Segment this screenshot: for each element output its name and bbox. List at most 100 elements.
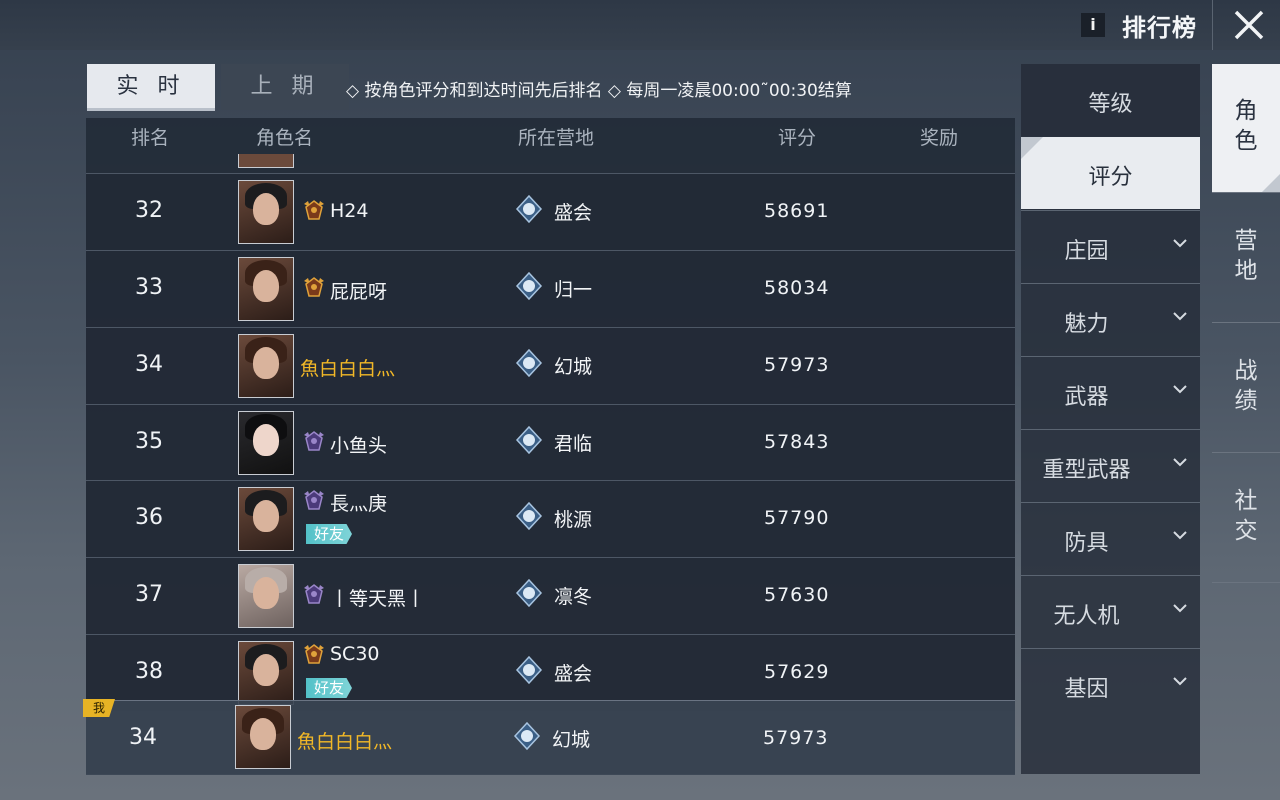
score-value: 57843	[764, 431, 830, 453]
camp-emblem-icon	[515, 194, 543, 224]
player-name[interactable]: 長灬庚	[330, 489, 387, 516]
column-rank: 排名	[131, 127, 170, 149]
scrolled-avatar-partial	[238, 154, 294, 168]
rank-number: 32	[135, 198, 163, 223]
camp-name: 君临	[554, 433, 593, 455]
category-item[interactable]: 评分	[1021, 137, 1200, 209]
camp-name: 凛冬	[554, 586, 593, 608]
avatar[interactable]	[238, 334, 294, 398]
tab-previous[interactable]: 上 期	[221, 64, 349, 110]
camp-emblem-icon	[515, 425, 543, 455]
side-tabs: 角色营地战绩社交	[1212, 64, 1280, 584]
category-label: 庄园	[1064, 239, 1109, 264]
avatar[interactable]	[238, 564, 294, 628]
category-item[interactable]: 庄园	[1021, 210, 1200, 283]
side-tab-label: 色	[1234, 128, 1258, 154]
chevron-down-icon	[1173, 312, 1187, 321]
avatar[interactable]	[238, 257, 294, 321]
side-tab[interactable]: 角色	[1212, 64, 1280, 193]
player-name[interactable]: 魚白白白灬	[300, 354, 395, 381]
table-row[interactable]: 36 長灬庚 好友 桃源 57790	[86, 480, 1015, 557]
avatar[interactable]	[238, 487, 294, 551]
rank-number: 37	[135, 582, 163, 607]
gold-rank-badge-icon	[304, 200, 324, 220]
table-row[interactable]: 37 丨等天黑丨 凛冬 57630	[86, 557, 1015, 634]
category-label: 重型武器	[1042, 458, 1131, 483]
category-item[interactable]: 等级	[1021, 64, 1200, 136]
category-item[interactable]: 魅力	[1021, 283, 1200, 356]
table-row[interactable]: 33 屁屁呀 归一 58034	[86, 250, 1015, 327]
camp-emblem-icon	[515, 501, 543, 531]
side-tab-label: 营	[1234, 228, 1258, 254]
my-rank: 34	[129, 725, 157, 750]
top-bar: i 排行榜	[0, 0, 1280, 50]
side-tab-label: 角	[1234, 98, 1258, 124]
chevron-down-icon	[1173, 239, 1187, 248]
table-row[interactable]: 34 魚白白白灬 幻城 57973	[86, 327, 1015, 404]
table-row[interactable]: 35 小鱼头 君临 57843	[86, 404, 1015, 481]
player-name[interactable]: 屁屁呀	[330, 277, 387, 304]
player-name[interactable]: SC30	[330, 643, 380, 665]
category-item[interactable]: 防具	[1021, 502, 1200, 575]
category-item[interactable]: 武器	[1021, 356, 1200, 429]
avatar[interactable]	[238, 411, 294, 475]
friend-tag: 好友	[306, 678, 352, 698]
my-name: 魚白白白灬	[297, 731, 393, 753]
category-label: 等级	[1088, 92, 1133, 117]
side-tab-label: 地	[1234, 258, 1258, 284]
score-value: 58034	[764, 277, 830, 299]
side-tab-label: 绩	[1234, 388, 1258, 414]
category-label: 无人机	[1053, 604, 1120, 629]
camp-name: 桃源	[554, 509, 593, 531]
rank-number: 34	[135, 352, 163, 377]
player-name[interactable]: H24	[330, 200, 368, 222]
score-value: 57630	[764, 584, 830, 606]
category-label: 评分	[1088, 165, 1133, 190]
close-button[interactable]	[1212, 0, 1280, 50]
camp-name: 归一	[554, 279, 593, 301]
friend-tag: 好友	[306, 524, 352, 544]
category-label: 基因	[1064, 677, 1109, 702]
avatar[interactable]	[238, 641, 294, 705]
category-item[interactable]: 基因	[1021, 648, 1200, 721]
rank-number: 35	[135, 429, 163, 454]
chevron-down-icon	[1173, 385, 1187, 394]
chevron-down-icon	[1173, 458, 1187, 467]
category-label: 防具	[1064, 531, 1109, 556]
ranking-rule-text: ◇ 按角色评分和到达时间先后排名 ◇ 每周一凌晨00:00˜00:30结算	[346, 81, 852, 101]
close-icon	[1234, 10, 1264, 40]
camp-name: 幻城	[554, 356, 593, 378]
side-tab-label: 战	[1234, 358, 1258, 384]
leaderboard-table[interactable]: 排名 角色名 所在营地 评分 奖励 32 H24 盛会 58691 33 屁屁呀 归一 580…	[86, 118, 1015, 774]
category-item[interactable]: 无人机	[1021, 575, 1200, 648]
chevron-down-icon	[1173, 531, 1187, 540]
camp-emblem-icon	[515, 578, 543, 608]
my-rank-row[interactable]: 34 魚白白白灬 幻城 57973	[86, 700, 1015, 775]
camp-emblem-icon	[513, 721, 541, 751]
side-tab[interactable]: 社交	[1212, 454, 1280, 583]
player-name[interactable]: 小鱼头	[330, 431, 387, 458]
rank-number: 33	[135, 275, 163, 300]
score-value: 57973	[764, 354, 830, 376]
camp-emblem-icon	[515, 271, 543, 301]
category-label: 魅力	[1064, 312, 1109, 337]
category-label: 武器	[1064, 385, 1109, 410]
purple-wing-badge-icon	[304, 584, 324, 604]
camp-name: 盛会	[554, 663, 593, 685]
score-value: 57629	[764, 661, 830, 683]
side-tab[interactable]: 营地	[1212, 194, 1280, 323]
side-tab[interactable]: 战绩	[1212, 324, 1280, 453]
camp-emblem-icon	[515, 348, 543, 378]
score-value: 57790	[764, 507, 830, 529]
column-camp: 所在营地	[518, 127, 595, 149]
avatar[interactable]	[238, 180, 294, 244]
purple-wing-badge-icon	[304, 490, 324, 510]
camp-name: 盛会	[554, 202, 593, 224]
table-row[interactable]: 32 H24 盛会 58691	[86, 173, 1015, 250]
category-item[interactable]: 重型武器	[1021, 429, 1200, 502]
chevron-down-icon	[1173, 604, 1187, 613]
info-button[interactable]: i	[1081, 13, 1105, 37]
avatar[interactable]	[235, 705, 291, 769]
tab-realtime[interactable]: 实 时	[87, 64, 215, 111]
player-name[interactable]: 丨等天黑丨	[330, 584, 425, 611]
